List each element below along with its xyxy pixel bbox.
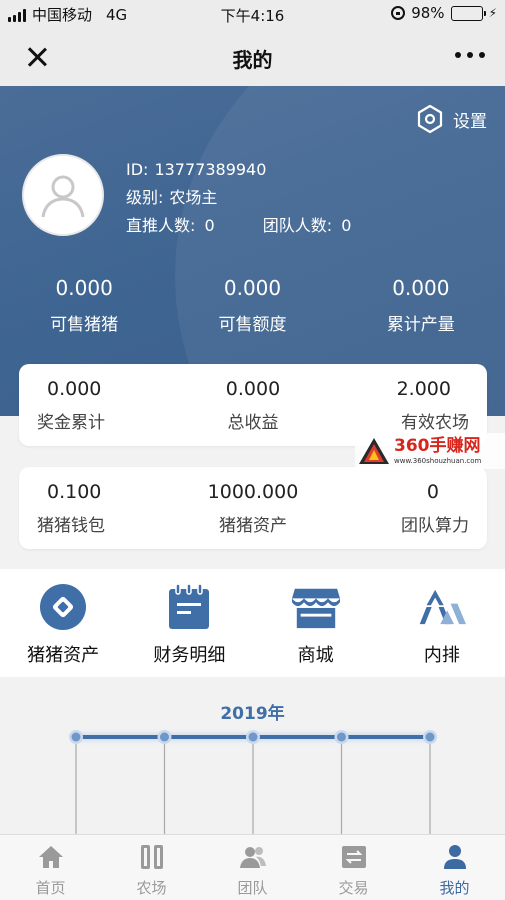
stat-label: 有效农场 [401,412,469,433]
stat-value: 0.000 [225,377,281,400]
quick-label: 猪猪资产 [27,645,100,666]
id-label: ID: [126,160,149,179]
timeline-node [71,732,81,742]
stat-value: 0.100 [47,480,102,503]
timeline-nodes [69,730,437,834]
assets-card: 0.100 猪猪钱包 1000.000 猪猪资产 0 团队算力 [19,467,487,549]
more-icon[interactable] [455,46,485,64]
stat-label: 总收益 [227,412,279,433]
stat-value: 1000.000 [207,480,299,503]
quick-item-finance[interactable]: 财务明细 [126,569,252,677]
timeline-node [425,732,435,742]
tab-bar: 首页 农场 团队 交易 我的 [0,834,505,900]
settings-label: 设置 [453,111,487,132]
stat-value: 0 [426,480,439,503]
home-icon [37,843,65,871]
quick-item-store[interactable]: 商城 [253,569,379,677]
gear-icon [417,104,443,134]
quick-item-queue[interactable]: 内排 [379,569,505,677]
tab-farm[interactable]: 农场 [101,835,202,900]
profile-info: ID: 13777389940 级别: 农场主 直推人数: 0 团队人数: 0 [126,156,351,240]
pig-wallet[interactable]: 0.100 猪猪钱包 [19,467,181,549]
stat-label: 可售猪猪 [50,315,119,335]
tab-label: 首页 [35,879,66,897]
stat-sellable-quota: 0.000 可售额度 [168,276,336,335]
tab-mine[interactable]: 我的 [404,835,505,900]
charging-icon: ⚡ [488,6,497,20]
quick-item-assets[interactable]: 猪猪资产 [0,569,126,677]
bonus-total[interactable]: 0.000 奖金累计 [19,364,181,446]
direct-value: 0 [204,216,215,235]
asset-icon [39,583,87,631]
tab-label: 团队 [237,879,268,897]
nav-bar: 我的 [0,28,505,86]
direct-count: 直推人数: 0 [126,212,215,240]
stat-label: 奖金累计 [37,412,105,433]
stat-total-output: 0.000 累计产量 [337,276,505,335]
store-icon [291,583,340,631]
battery-percent: 98% [411,4,445,22]
stat-value: 0.000 [392,276,450,300]
timeline-node [160,732,169,742]
quick-label: 商城 [297,645,334,666]
tab-trade[interactable]: 交易 [303,835,404,900]
page-title: 我的 [232,48,273,72]
stat-label: 团队算力 [401,515,469,536]
status-bar: 中国移动 4G 下午4:16 98% ⚡ [0,0,505,28]
watermark: 360手赚网 www.360shouzhuan.com [355,433,505,469]
timeline-graphic [69,730,437,834]
team-label: 团队人数: [262,216,333,235]
level-label: 级别: [126,188,164,207]
farm-icon [138,843,166,871]
pig-assets[interactable]: 1000.000 猪猪资产 [181,467,325,549]
avatar[interactable] [22,154,104,236]
team-power[interactable]: 0 团队算力 [325,467,487,549]
id-value: 13777389940 [154,160,267,179]
stat-label: 累计产量 [386,315,455,335]
stat-label: 猪猪钱包 [37,515,105,536]
tab-label: 交易 [338,879,369,897]
rotation-lock-icon [391,6,406,20]
team-value: 0 [341,216,352,235]
quick-menu: 猪猪资产 财务明细 商城 内排 [0,569,505,677]
tab-team[interactable]: 团队 [202,835,303,900]
tab-label: 农场 [136,879,167,897]
user-avatar-icon [41,175,85,218]
stat-value: 0.000 [223,276,282,300]
stat-value: 2.000 [396,377,451,400]
timeline-node [337,732,346,742]
tab-label: 我的 [439,879,470,897]
quick-label: 内排 [423,645,460,666]
watermark-title: 360手赚网 [394,435,481,456]
timeline-node [248,732,258,742]
battery-icon [450,5,486,21]
exchange-icon [340,843,368,871]
stat-label: 可售额度 [218,315,287,335]
stat-value: 0.000 [47,377,102,400]
user-icon [441,843,469,871]
status-right: 98% ⚡ [391,4,497,22]
settings-button[interactable]: 设置 [415,104,487,134]
timeline: 2019年 [0,677,505,834]
team-count: 团队人数: 0 [263,212,352,240]
tab-home[interactable]: 首页 [0,835,101,900]
stat-value: 0.000 [55,276,113,300]
quick-label: 财务明细 [153,645,226,666]
direct-label: 直推人数: [126,216,196,235]
notepad-icon [165,583,213,631]
watermark-url: www.360shouzhuan.com [394,456,482,465]
team-icon [239,843,267,871]
top-stats: 0.000 可售猪猪 0.000 可售额度 0.000 累计产量 [0,276,505,335]
watermark-logo-icon [359,438,389,464]
mountain-icon [418,583,466,631]
stat-label: 猪猪资产 [219,515,287,536]
level-value: 农场主 [169,188,218,207]
stat-sellable-pigs: 0.000 可售猪猪 [0,276,168,335]
total-income[interactable]: 0.000 总收益 [181,364,325,446]
